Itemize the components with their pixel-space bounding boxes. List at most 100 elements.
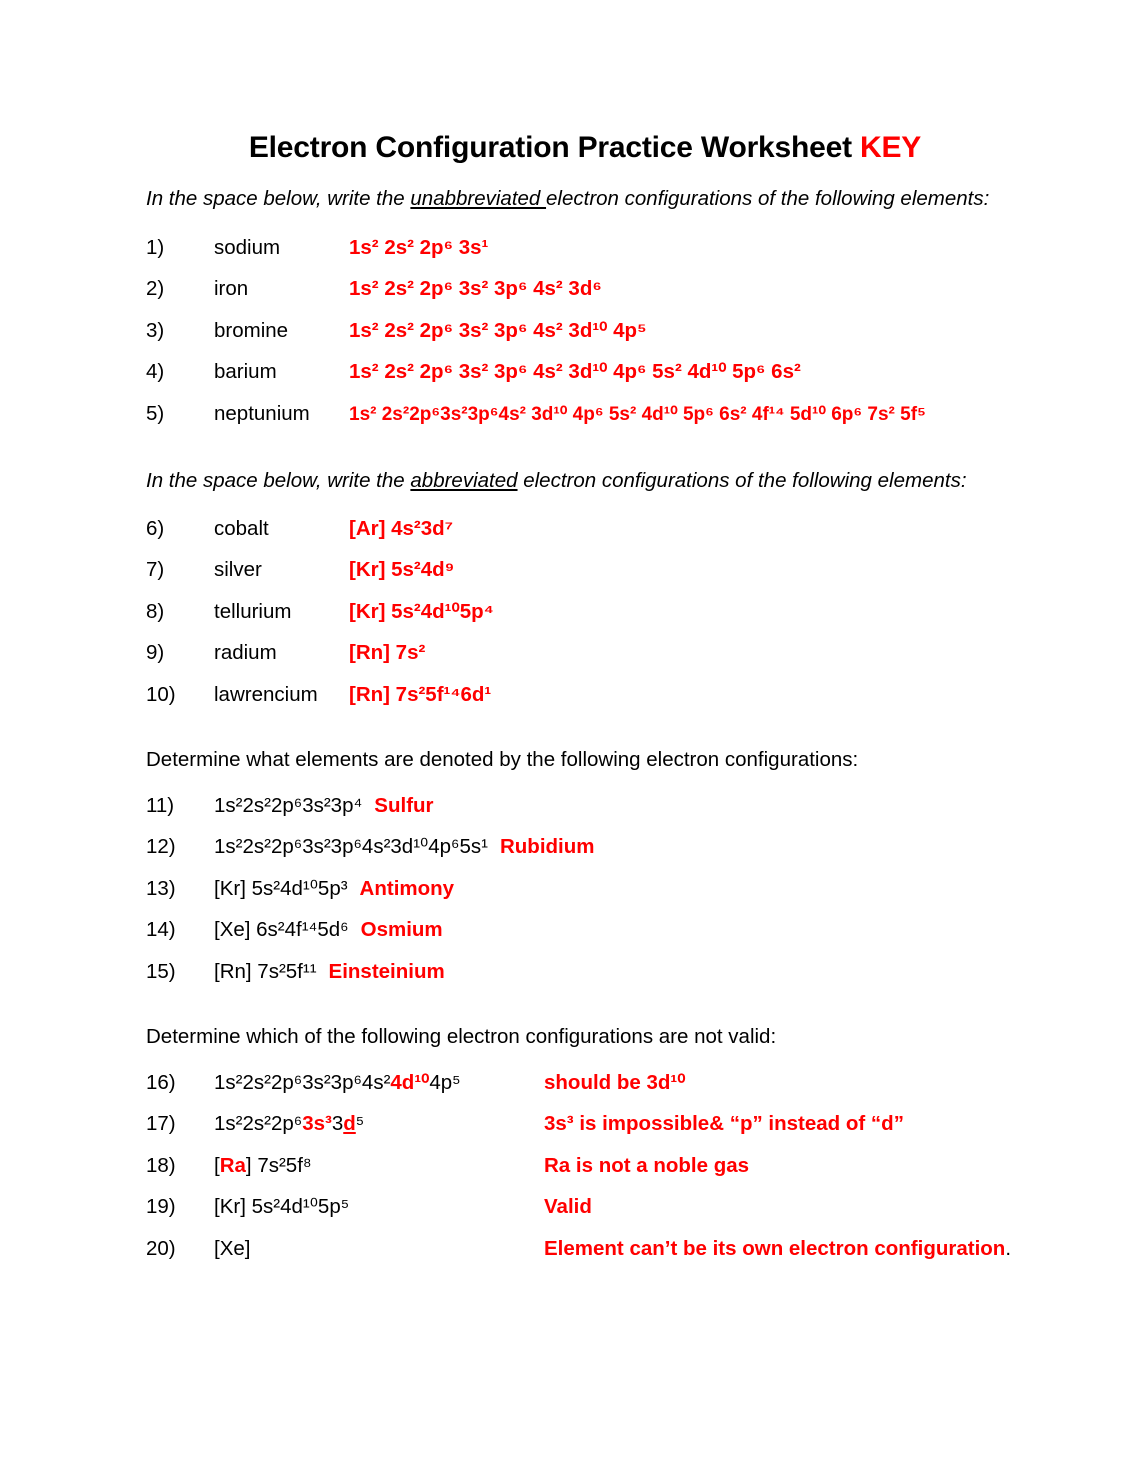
correction-note: should be 3d¹⁰	[544, 1070, 686, 1094]
given-configuration: 1s²2s²2p⁶3s²3p⁴	[214, 793, 363, 817]
answer-configuration: [Rn] 7s²5f¹⁴6d¹	[349, 682, 492, 706]
answer-element: Einsteinium	[328, 959, 445, 983]
given-configuration: [Ra] 7s²5f⁸	[214, 1153, 544, 1177]
item-number: 9)	[146, 641, 165, 664]
list-item: 13) [Kr] 5s²4d¹⁰5p³ Antimony	[0, 876, 1140, 900]
list-item: 8) tellurium [Kr] 5s²4d¹⁰5p⁴	[0, 599, 1140, 623]
item-number: 3)	[146, 318, 165, 342]
item-number: 20)	[146, 1236, 176, 1260]
answer-configuration: 1s² 2s² 2p⁶ 3s¹	[349, 235, 489, 259]
given-configuration: 1s²2s²2p⁶3s²3p⁶4s²3d¹⁰4p⁶5s¹	[214, 835, 488, 858]
section3-prompt: Determine what elements are denoted by t…	[146, 748, 859, 771]
list-item: 16) 1s²2s²2p⁶3s²3p⁶4s²4d¹⁰4p⁵ should be …	[0, 1070, 1140, 1094]
element-name: silver	[214, 558, 262, 581]
correction-note: Valid	[544, 1195, 592, 1218]
element-name: tellurium	[214, 599, 292, 623]
section2-prompt-underlined: abbreviated	[410, 469, 518, 492]
element-name: lawrencium	[214, 682, 318, 706]
config-part-black: ] 7s²5f⁸	[245, 1153, 312, 1177]
answer-configuration: [Kr] 5s²4d⁹	[349, 558, 455, 581]
page-title-key: KEY	[860, 131, 922, 164]
answer-element: Osmium	[360, 918, 443, 941]
list-item: 14) [Xe] 6s²4f¹⁴5d⁶ Osmium	[0, 918, 1140, 941]
answer-element: Antimony	[359, 876, 455, 900]
item-number: 10)	[146, 682, 176, 706]
list-item: 1) sodium 1s² 2s² 2p⁶ 3s¹	[0, 235, 1140, 259]
list-item: 20) [Xe] Element can’t be its own electr…	[0, 1236, 1140, 1260]
list-item: 7) silver [Kr] 5s²4d⁹	[0, 558, 1140, 581]
list-item: 9) radium [Rn] 7s²	[0, 641, 1140, 664]
element-name: iron	[214, 277, 249, 300]
section2-prompt: In the space below, write the abbreviate…	[0, 469, 1140, 492]
list-item: 6) cobalt [Ar] 4s²3d⁷	[0, 516, 1140, 540]
item-number: 12)	[146, 835, 176, 858]
given-configuration: [Kr] 5s²4d¹⁰5p⁵	[214, 1195, 350, 1218]
answer-configuration: [Rn] 7s²	[349, 641, 426, 664]
item-number: 14)	[146, 918, 176, 941]
answer-configuration: 1s² 2s² 2p⁶ 3s² 3p⁶ 4s² 3d¹⁰ 4p⁵	[349, 318, 647, 342]
answer-element: Sulfur	[374, 793, 434, 817]
worksheet-page: Electron Configuration Practice Workshee…	[0, 0, 1140, 1475]
item-number: 5)	[146, 401, 165, 425]
correction-note: 3s³ is impossible& “p” instead of “d”	[544, 1112, 904, 1135]
given-configuration: [Rn] 7s²5f¹¹	[214, 959, 317, 983]
given-configuration: [Xe]	[214, 1236, 251, 1260]
page-title: Electron Configuration Practice Workshee…	[0, 0, 1140, 163]
correction-note: Ra is not a noble gas	[544, 1153, 750, 1177]
list-item: 4) barium 1s² 2s² 2p⁶ 3s² 3p⁶ 4s² 3d¹⁰ 4…	[0, 360, 1140, 383]
section1-prompt: In the space below, write the unabbrevia…	[0, 187, 1140, 210]
config-part-black: 3	[331, 1112, 344, 1135]
item-number: 11)	[146, 793, 175, 817]
item-number: 1)	[146, 235, 165, 259]
list-item: 15) [Rn] 7s²5f¹¹ Einsteinium	[0, 959, 1140, 983]
config-part-black: ⁵	[355, 1112, 365, 1135]
item-number: 15)	[146, 959, 176, 983]
list-item: 19) [Kr] 5s²4d¹⁰5p⁵ Valid	[0, 1195, 1140, 1218]
item-number: 17)	[146, 1112, 176, 1135]
list-item: 2) iron 1s² 2s² 2p⁶ 3s² 3p⁶ 4s² 3d⁶	[0, 277, 1140, 300]
answer-configuration: 1s² 2s² 2p⁶ 3s² 3p⁶ 4s² 3d⁶	[349, 277, 602, 300]
list-item: 5) neptunium 1s² 2s²2p⁶3s²3p⁶4s² 3d¹⁰ 4p…	[0, 401, 1140, 425]
item-number: 2)	[146, 277, 165, 300]
list-item: 3) bromine 1s² 2s² 2p⁶ 3s² 3p⁶ 4s² 3d¹⁰ …	[0, 318, 1140, 342]
correction-note-text: Element can’t be its own electron config…	[544, 1236, 1006, 1260]
given-configuration: [Kr] 5s²4d¹⁰5p³	[214, 876, 348, 900]
correction-note-period: .	[1005, 1236, 1012, 1260]
element-name: cobalt	[214, 516, 269, 540]
answer-element: Rubidium	[499, 835, 595, 858]
given-configuration: 1s²2s²2p⁶3s³3d⁵	[214, 1112, 544, 1135]
item-number: 4)	[146, 360, 165, 383]
section2-prompt-before: In the space below, write the	[146, 469, 411, 492]
list-item: 17) 1s²2s²2p⁶3s³3d⁵ 3s³ is impossible& “…	[0, 1112, 1140, 1135]
given-configuration: 1s²2s²2p⁶3s²3p⁶4s²4d¹⁰4p⁵	[214, 1070, 544, 1094]
item-number: 19)	[146, 1195, 176, 1218]
section1-prompt-after: electron configurations of the following…	[546, 187, 990, 210]
element-name: barium	[214, 360, 277, 383]
item-number: 8)	[146, 599, 165, 623]
section1-prompt-before: In the space below, write the	[146, 187, 411, 210]
list-item: 18) [Ra] 7s²5f⁸ Ra is not a noble gas	[0, 1153, 1140, 1177]
item-number: 18)	[146, 1153, 176, 1177]
list-item: 11) 1s²2s²2p⁶3s²3p⁴ Sulfur	[0, 793, 1140, 817]
answer-configuration: [Kr] 5s²4d¹⁰5p⁴	[349, 599, 494, 623]
section1-prompt-underlined: unabbreviated	[410, 187, 547, 210]
config-part-black: 4p⁵	[429, 1070, 461, 1094]
answer-configuration: 1s² 2s² 2p⁶ 3s² 3p⁶ 4s² 3d¹⁰ 4p⁶ 5s² 4d¹…	[349, 360, 801, 383]
element-name: radium	[214, 641, 277, 664]
element-name: neptunium	[214, 401, 310, 425]
answer-configuration: 1s² 2s²2p⁶3s²3p⁶4s² 3d¹⁰ 4p⁶ 5s² 4d¹⁰ 5p…	[349, 403, 926, 425]
section4-prompt: Determine which of the following electro…	[146, 1025, 777, 1048]
config-part-highlighted: 4d¹⁰	[390, 1070, 430, 1094]
element-name: sodium	[214, 235, 281, 259]
item-number: 7)	[146, 558, 165, 581]
item-number: 16)	[146, 1070, 176, 1094]
item-number: 6)	[146, 516, 165, 540]
section2-prompt-after: electron configurations of the following…	[517, 469, 967, 492]
item-number: 13)	[146, 876, 176, 900]
element-name: bromine	[214, 318, 289, 342]
config-part-underlined: d	[343, 1112, 356, 1135]
config-part-black: 1s²2s²2p⁶	[214, 1112, 303, 1135]
config-part-highlighted: 3s³	[302, 1112, 332, 1135]
config-part-black: 1s²2s²2p⁶3s²3p⁶4s²	[214, 1070, 391, 1094]
config-part-highlighted: Ra	[219, 1153, 246, 1177]
